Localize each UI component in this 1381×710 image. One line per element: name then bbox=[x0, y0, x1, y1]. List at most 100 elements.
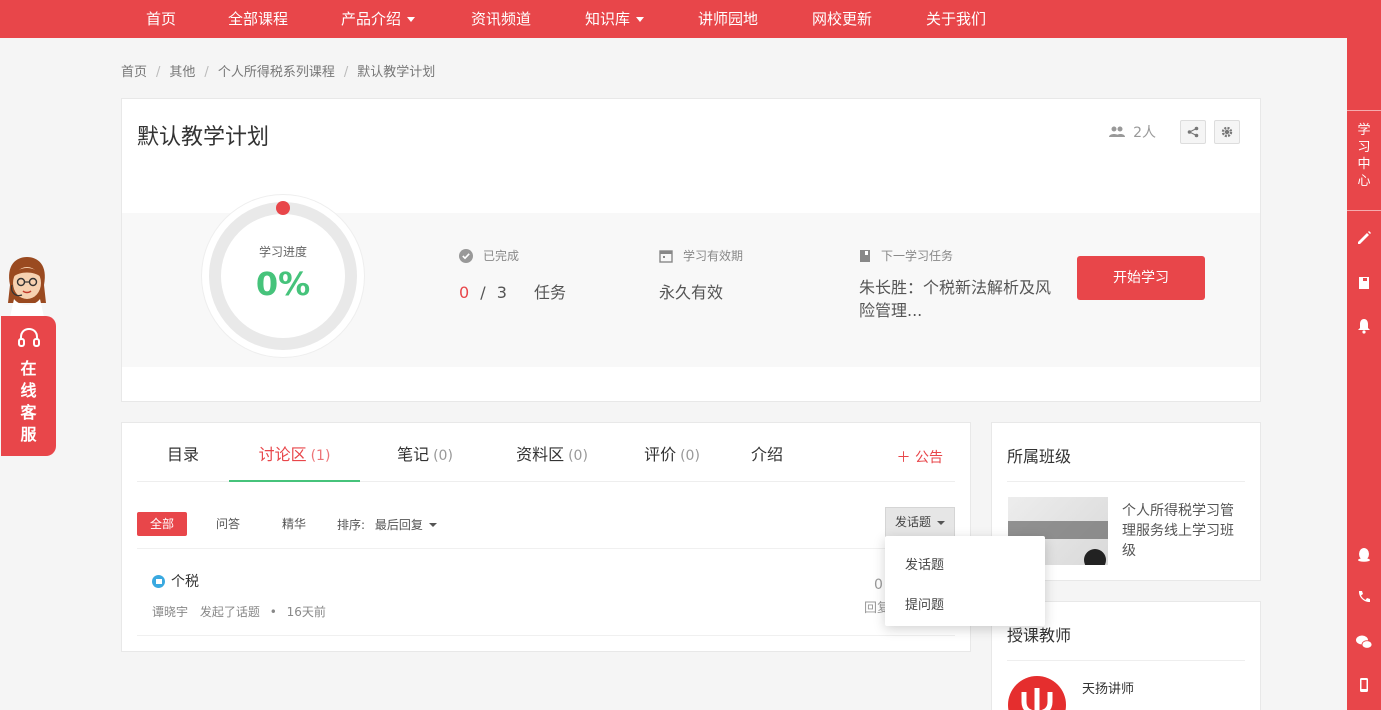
right-toolbar: 学习中心 bbox=[1347, 0, 1381, 710]
mobile-icon[interactable] bbox=[1354, 675, 1374, 695]
topic-title-row[interactable]: 个税 bbox=[152, 571, 326, 591]
nav-about[interactable]: 关于我们 bbox=[926, 0, 986, 38]
breadcrumb-current: 默认教学计划 bbox=[357, 65, 436, 80]
caret-down-icon bbox=[428, 523, 437, 527]
next-task-label: 下一学习任务 bbox=[881, 249, 954, 263]
nav-products[interactable]: 产品介绍 bbox=[341, 0, 416, 38]
post-topic-label: 发话题 bbox=[894, 515, 931, 529]
start-learning-button[interactable]: 开始学习 bbox=[1077, 256, 1205, 300]
meta-dot: • bbox=[269, 605, 277, 619]
topic-title: 个税 bbox=[171, 574, 199, 590]
divider bbox=[1347, 110, 1381, 111]
nav-teachers[interactable]: 讲师园地 bbox=[698, 0, 758, 38]
breadcrumb: 首页 / 其他 / 个人所得税系列课程 / 默认教学计划 bbox=[121, 61, 435, 80]
breadcrumb-separator: / bbox=[156, 65, 161, 80]
users-icon bbox=[1109, 126, 1126, 137]
nav-knowledge[interactable]: 知识库 bbox=[585, 0, 645, 38]
breadcrumb-separator: / bbox=[204, 65, 209, 80]
study-center-label: 学习中心 bbox=[1357, 123, 1371, 189]
pencil-icon[interactable] bbox=[1354, 228, 1374, 248]
tab-discussion[interactable]: 讨论区 (1) bbox=[229, 423, 360, 482]
tab-reviews[interactable]: 评价 (0) bbox=[627, 423, 717, 482]
tab-count: (0) bbox=[680, 448, 700, 464]
completed-unit: 任务 bbox=[534, 283, 567, 302]
tab-label: 资料区 bbox=[516, 445, 565, 464]
customer-service-avatar[interactable] bbox=[4, 255, 50, 317]
nav-updates[interactable]: 网校更新 bbox=[812, 0, 872, 38]
qq-icon[interactable] bbox=[1354, 544, 1374, 564]
nav-news[interactable]: 资讯频道 bbox=[471, 0, 531, 38]
filter-featured[interactable]: 精华 bbox=[269, 512, 319, 536]
bell-icon[interactable] bbox=[1354, 316, 1374, 336]
completed-total: 3 bbox=[496, 283, 507, 302]
post-topic-button[interactable]: 发话题 bbox=[885, 507, 955, 537]
progress-value: 0% bbox=[255, 265, 311, 303]
class-card-title: 所属班级 bbox=[1007, 447, 1072, 466]
tab-notes[interactable]: 笔记 (0) bbox=[375, 423, 475, 482]
validity-stat: 学习有效期 永久有效 bbox=[659, 247, 743, 303]
topic-meta: 谭晓宇 发起了话题 • 16天前 bbox=[152, 603, 326, 620]
discussion-icon bbox=[152, 574, 165, 588]
tab-label: 笔记 bbox=[397, 445, 430, 464]
plan-card: 默认教学计划 2人 学习进度 0% 已完成 0 / 3 任务 学习有效期 永久有… bbox=[121, 98, 1261, 402]
share-button[interactable] bbox=[1180, 120, 1206, 144]
wechat-icon[interactable] bbox=[1354, 632, 1374, 652]
nav-all-courses[interactable]: 全部课程 bbox=[228, 0, 288, 38]
customer-service-button[interactable]: 在线客服 bbox=[1, 316, 56, 456]
filter-qa[interactable]: 问答 bbox=[203, 512, 253, 536]
thumbnail-decoration bbox=[1084, 549, 1106, 565]
customer-service-label: 在线客服 bbox=[20, 359, 37, 444]
topic-item: 个税 谭晓宇 发起了话题 • 16天前 bbox=[152, 571, 326, 620]
tab-count: (1) bbox=[310, 448, 331, 464]
study-center-link[interactable]: 学习中心 bbox=[1347, 122, 1381, 190]
menu-item-post-topic[interactable]: 发话题 bbox=[905, 554, 944, 573]
course-panel: 目录 讨论区 (1) 笔记 (0) 资料区 (0) 评价 (0) 介绍 ＋ 公告 全部 … bbox=[121, 422, 971, 652]
divider bbox=[1347, 210, 1381, 211]
tab-label: 讨论区 bbox=[258, 445, 307, 464]
nav-label: 全部课程 bbox=[228, 10, 289, 28]
psi-logo-icon bbox=[1021, 688, 1053, 710]
tabs: 目录 讨论区 (1) 笔记 (0) 资料区 (0) 评价 (0) 介绍 ＋ 公告 bbox=[137, 423, 955, 482]
tab-count: (0) bbox=[568, 448, 588, 464]
teacher-avatar[interactable] bbox=[1008, 676, 1066, 710]
divider bbox=[137, 635, 955, 636]
tab-intro[interactable]: 介绍 bbox=[737, 423, 797, 482]
tab-catalog[interactable]: 目录 bbox=[137, 423, 229, 482]
next-task-value[interactable]: 朱长胜：个税新法解析及风险管理... bbox=[859, 276, 1059, 322]
validity-label: 学习有效期 bbox=[683, 249, 744, 263]
topic-time: 16天前 bbox=[286, 605, 326, 619]
progress-indicator bbox=[276, 201, 290, 215]
topic-author[interactable]: 谭晓宇 bbox=[152, 605, 188, 619]
validity-value: 永久有效 bbox=[659, 283, 724, 302]
plan-title: 默认教学计划 bbox=[137, 125, 270, 150]
breadcrumb-course[interactable]: 个人所得税系列课程 bbox=[218, 65, 335, 80]
tab-label: 评价 bbox=[644, 445, 677, 464]
divider bbox=[137, 548, 955, 549]
breadcrumb-separator: / bbox=[343, 65, 349, 80]
completed-done: 0 bbox=[459, 283, 470, 302]
members-label: 2人 bbox=[1133, 125, 1156, 141]
nav-label: 知识库 bbox=[585, 10, 631, 28]
announcement-button[interactable]: ＋ 公告 bbox=[897, 447, 943, 467]
progress-label: 学习进度 bbox=[258, 245, 307, 259]
nav-label: 网校更新 bbox=[812, 10, 873, 28]
filter-all[interactable]: 全部 bbox=[137, 512, 188, 536]
sort-label: 排序: bbox=[337, 517, 366, 532]
notebook-icon[interactable] bbox=[1354, 273, 1374, 293]
sort-dropdown[interactable]: 排序: 最后回复 bbox=[337, 516, 437, 533]
teacher-name[interactable]: 天扬讲师 bbox=[1082, 678, 1134, 697]
class-name[interactable]: 个人所得税学习管理服务线上学习班级 bbox=[1122, 501, 1247, 561]
breadcrumb-other[interactable]: 其他 bbox=[169, 65, 195, 80]
settings-button[interactable] bbox=[1214, 120, 1240, 144]
nav-home[interactable]: 首页 bbox=[146, 0, 176, 38]
reply-count: 0 bbox=[874, 577, 883, 593]
menu-item-ask-question[interactable]: 提问题 bbox=[905, 594, 944, 613]
caret-down-icon bbox=[407, 17, 416, 22]
completed-label: 已完成 bbox=[483, 249, 520, 263]
tab-materials[interactable]: 资料区 (0) bbox=[497, 423, 607, 482]
headset-icon bbox=[18, 327, 40, 347]
divider bbox=[1007, 660, 1245, 661]
breadcrumb-home[interactable]: 首页 bbox=[121, 65, 147, 80]
share-icon bbox=[1187, 126, 1199, 138]
phone-icon[interactable] bbox=[1354, 587, 1374, 607]
